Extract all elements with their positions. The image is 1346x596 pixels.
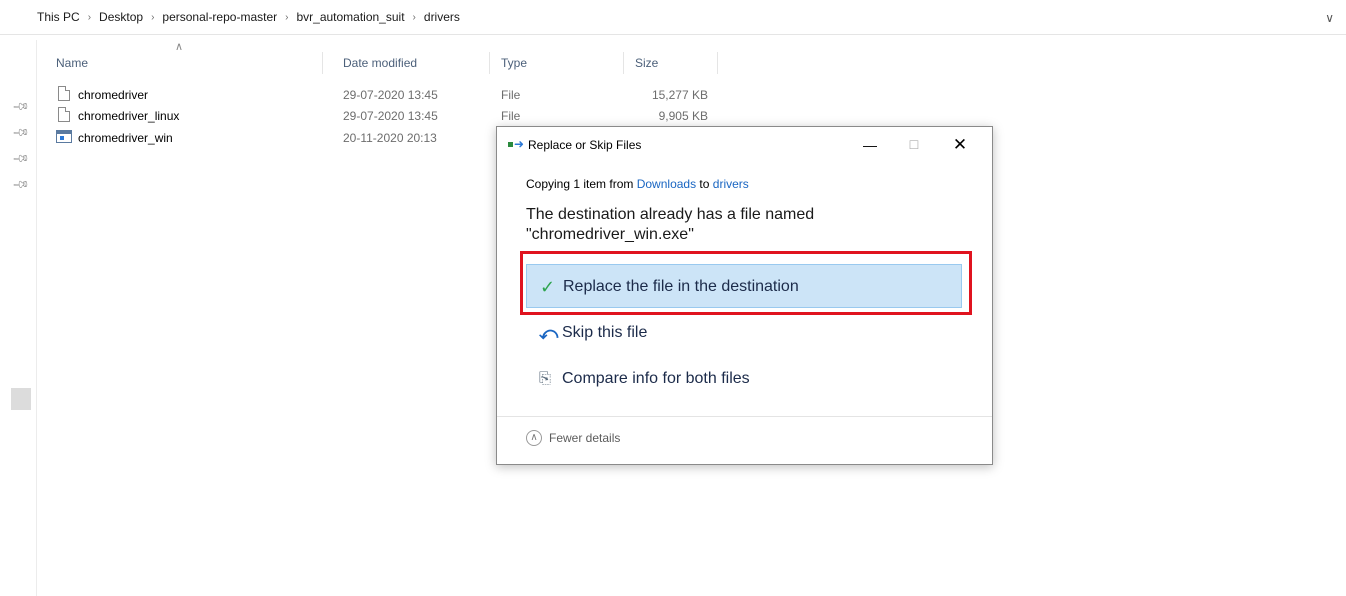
dialog-title: Replace or Skip Files [528, 138, 642, 152]
application-icon [56, 130, 72, 143]
breadcrumb-bvr-automation-suit[interactable]: bvr_automation_suit [294, 10, 406, 24]
breadcrumb-drivers[interactable]: drivers [422, 10, 462, 24]
pin-icon: 📌︎ [11, 97, 30, 116]
file-name: chromedriver_win [78, 131, 173, 145]
column-header-size-label: Size [635, 56, 659, 70]
copy-files-icon: ➜ [508, 137, 524, 151]
file-icon [58, 86, 70, 101]
fewer-details-label: Fewer details [549, 431, 621, 445]
breadcrumb-personal-repo-master[interactable]: personal-repo-master [160, 10, 279, 24]
minimize-button[interactable]: — [855, 133, 885, 157]
column-header-name-label: Name [56, 56, 89, 70]
dialog-divider [497, 416, 992, 417]
skip-file-option[interactable]: ⤺ Skip this file [526, 311, 962, 355]
column-header-size[interactable]: Size [635, 52, 718, 74]
conflict-filename: "chromedriver_win.exe" [526, 226, 694, 243]
chevron-right-icon[interactable]: › [145, 12, 160, 23]
chevron-right-icon[interactable]: › [279, 12, 294, 23]
column-header-type[interactable]: Type [501, 52, 624, 74]
pin-icon: 📌︎ [11, 123, 30, 142]
skip-file-label: Skip this file [562, 324, 648, 341]
file-row[interactable]: chromedriver 29-07-2020 13:45 File 15,27… [56, 85, 736, 105]
conflict-message: The destination already has a file named… [526, 205, 906, 245]
file-date: 20-11-2020 20:13 [343, 131, 437, 145]
close-button[interactable]: ✕ [945, 133, 975, 157]
breadcrumb-this-pc[interactable]: This PC [35, 10, 82, 24]
file-size: 15,277 KB [651, 88, 708, 102]
pin-icon: 📌︎ [11, 149, 30, 168]
file-date: 29-07-2020 13:45 [343, 88, 438, 102]
breadcrumb: This PC › Desktop › personal-repo-master… [35, 10, 462, 24]
nav-scrollbar[interactable] [11, 388, 31, 410]
copying-prefix: Copying 1 item from [526, 177, 637, 191]
compare-files-option[interactable]: ⎘ Compare info for both files [526, 357, 962, 401]
maximize-button[interactable]: ☐ [899, 133, 929, 157]
navigation-pane: 📌︎ 📌︎ 📌︎ 📌︎ [0, 40, 37, 596]
column-header-date[interactable]: Date modified [343, 52, 490, 74]
skip-arrow-icon: ⤺ [539, 323, 559, 343]
replace-or-skip-dialog: ➜ Replace or Skip Files — ☐ ✕ Copying 1 … [496, 126, 993, 465]
file-icon [58, 107, 70, 122]
copying-status: Copying 1 item from Downloads to drivers [526, 177, 749, 191]
red-highlight-box [520, 251, 972, 315]
destination-folder-link[interactable]: drivers [713, 177, 749, 191]
pin-icon: 📌︎ [11, 175, 30, 194]
column-header-name[interactable]: Name [56, 52, 323, 74]
file-type: File [501, 109, 521, 123]
column-header-date-label: Date modified [343, 56, 418, 70]
column-header-type-label: Type [501, 56, 528, 70]
compare-documents-icon: ⎘ [539, 370, 552, 387]
copying-mid: to [696, 177, 713, 191]
dialog-titlebar[interactable]: ➜ Replace or Skip Files — ☐ ✕ [497, 127, 992, 163]
fewer-details-toggle[interactable]: ∧ Fewer details [526, 430, 620, 446]
file-date: 29-07-2020 13:45 [343, 109, 438, 123]
file-size: 9,905 KB [658, 109, 708, 123]
file-row[interactable]: chromedriver_linux 29-07-2020 13:45 File… [56, 106, 736, 126]
file-name: chromedriver_linux [78, 109, 180, 123]
file-type: File [501, 88, 521, 102]
chevron-right-icon[interactable]: › [407, 12, 422, 23]
conflict-message-line1: The destination already has a file named [526, 206, 815, 223]
chevron-right-icon[interactable]: › [82, 12, 97, 23]
chevron-down-icon[interactable]: ∨ [1325, 11, 1334, 25]
breadcrumb-desktop[interactable]: Desktop [97, 10, 145, 24]
address-bar[interactable]: This PC › Desktop › personal-repo-master… [0, 8, 1346, 35]
source-folder-link[interactable]: Downloads [637, 177, 696, 191]
compare-files-label: Compare info for both files [562, 370, 750, 387]
file-name: chromedriver [78, 88, 149, 102]
chevron-up-icon: ∧ [526, 430, 542, 446]
